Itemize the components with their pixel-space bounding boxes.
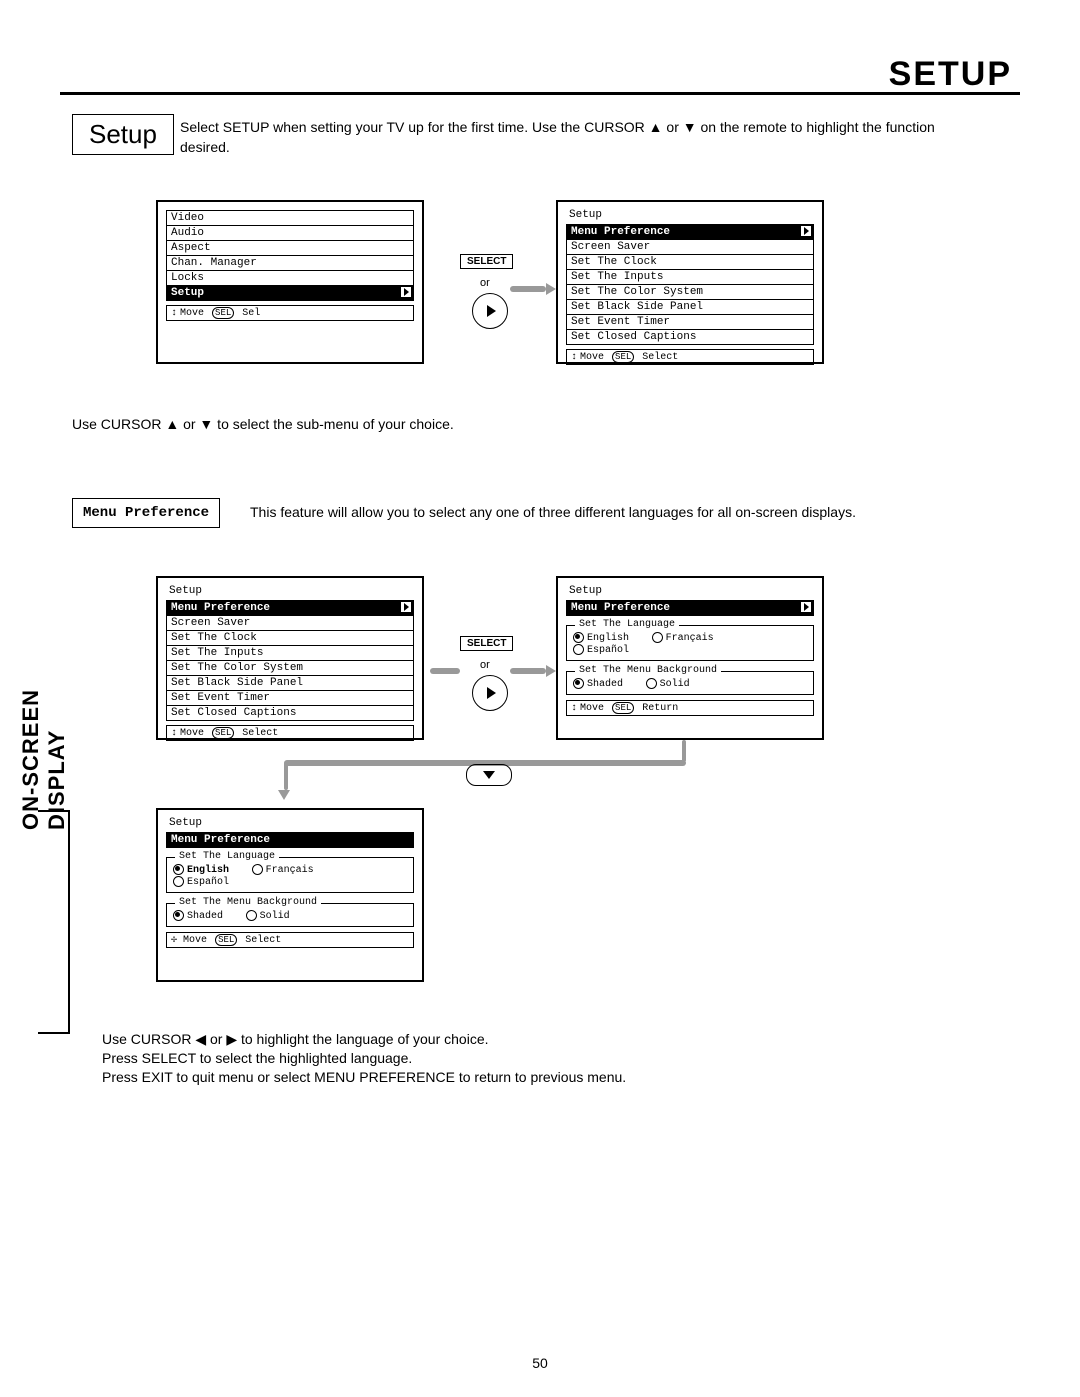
arrow-head-right-icon [546, 283, 556, 295]
osd-footer: Move SEL Return [566, 700, 814, 716]
osd-setup-menu: Setup Menu Preference Screen Saver Set T… [556, 200, 824, 364]
osd-title: Setup [566, 208, 814, 222]
radio-icon [646, 678, 657, 689]
menu-item: Set The Color System [166, 660, 414, 676]
sidebar-label: ON-SCREEN DISPLAY [18, 610, 70, 830]
osd-title: Setup [166, 584, 414, 598]
instruction-text: Use CURSOR ◀ or ▶ to highlight the langu… [102, 1030, 626, 1087]
subsection-description: This feature will allow you to select an… [250, 504, 856, 520]
caret-right-icon [801, 602, 811, 612]
group-set-background: Set The Menu Background Shaded Solid [566, 671, 814, 695]
radio-icon [173, 864, 184, 875]
instruction-text: Use CURSOR ▲ or ▼ to select the sub-menu… [72, 416, 454, 432]
arrow-head-down-icon [278, 790, 290, 800]
arrow-line [510, 286, 546, 292]
arrow-line [284, 762, 288, 790]
page-title: SETUP [889, 55, 1012, 94]
menu-item: Set Black Side Panel [166, 675, 414, 691]
radio-icon [173, 876, 184, 887]
menu-item: Set The Color System [566, 284, 814, 300]
group-label: Set The Menu Background [175, 897, 321, 908]
menu-item-selected: Menu Preference [566, 224, 814, 240]
menu-item: Video [166, 210, 414, 226]
section-heading-box: Setup [72, 114, 174, 155]
menu-item: Chan. Manager [166, 255, 414, 271]
or-label: or [480, 659, 490, 671]
osd-main-list: Video Audio Aspect Chan. Manager Locks S… [166, 210, 414, 301]
osd-title: Setup [566, 584, 814, 598]
menu-item: Locks [166, 270, 414, 286]
radio-icon [573, 678, 584, 689]
manual-page: SETUP ON-SCREEN DISPLAY Setup Select SET… [0, 0, 1080, 1397]
osd-title: Setup [166, 816, 414, 830]
radio-icon [573, 632, 584, 643]
select-button-label: SELECT [460, 254, 513, 269]
caret-right-icon [801, 226, 811, 236]
menu-item: Set Closed Captions [166, 705, 414, 721]
group-label: Set The Language [575, 619, 679, 630]
menu-item-selected: Setup [166, 285, 414, 301]
arrow-line [430, 668, 460, 674]
arrow-line [510, 668, 546, 674]
caret-right-icon [401, 287, 411, 297]
menu-item: Aspect [166, 240, 414, 256]
group-set-language: Set The Language English Français Españo… [566, 625, 814, 661]
cursor-right-button-icon [472, 293, 508, 329]
group-set-language: Set The Language English Français Españo… [166, 857, 414, 893]
group-label: Set The Menu Background [575, 665, 721, 676]
menu-item: Set The Inputs [166, 645, 414, 661]
osd-footer: ✢ Move SEL Select [166, 932, 414, 948]
horizontal-rule [60, 92, 1020, 95]
menu-item: Screen Saver [166, 615, 414, 631]
page-number: 50 [532, 1355, 548, 1371]
menu-item: Set Black Side Panel [566, 299, 814, 315]
menu-item: Set Closed Captions [566, 329, 814, 345]
radio-icon [252, 864, 263, 875]
sidebar-frame [38, 810, 70, 1034]
arrow-line [682, 740, 686, 762]
subsection-heading-box: Menu Preference [72, 498, 220, 528]
breadcrumb-selected: Menu Preference [566, 600, 814, 616]
menu-item: Audio [166, 225, 414, 241]
caret-right-icon [401, 602, 411, 612]
menu-item: Set The Clock [566, 254, 814, 270]
breadcrumb-selected: Menu Preference [166, 832, 414, 848]
radio-icon [173, 910, 184, 921]
menu-item: Set The Inputs [566, 269, 814, 285]
osd-menu-preference-english: Setup Menu Preference Set The Language E… [156, 808, 424, 982]
menu-item: Set Event Timer [566, 314, 814, 330]
group-set-background: Set The Menu Background Shaded Solid [166, 903, 414, 927]
cursor-right-button-icon [472, 675, 508, 711]
cursor-down-button-icon [466, 764, 512, 786]
radio-icon [573, 644, 584, 655]
osd-main-menu: Video Audio Aspect Chan. Manager Locks S… [156, 200, 424, 364]
group-label: Set The Language [175, 851, 279, 862]
menu-item-selected: Menu Preference [166, 600, 414, 616]
radio-icon [652, 632, 663, 643]
osd-footer: Move SEL Select [566, 349, 814, 365]
osd-footer: Move SEL Sel [166, 305, 414, 321]
radio-icon [246, 910, 257, 921]
osd-footer: Move SEL Select [166, 725, 414, 741]
osd-menu-preference: Setup Menu Preference Set The Language E… [556, 576, 824, 740]
menu-item: Screen Saver [566, 239, 814, 255]
intro-text: Select SETUP when setting your TV up for… [180, 118, 950, 157]
arrow-head-right-icon [546, 665, 556, 677]
osd-setup-menu: Setup Menu Preference Screen Saver Set T… [156, 576, 424, 740]
menu-item: Set The Clock [166, 630, 414, 646]
menu-item: Set Event Timer [166, 690, 414, 706]
select-button-label: SELECT [460, 636, 513, 651]
or-label: or [480, 277, 490, 289]
